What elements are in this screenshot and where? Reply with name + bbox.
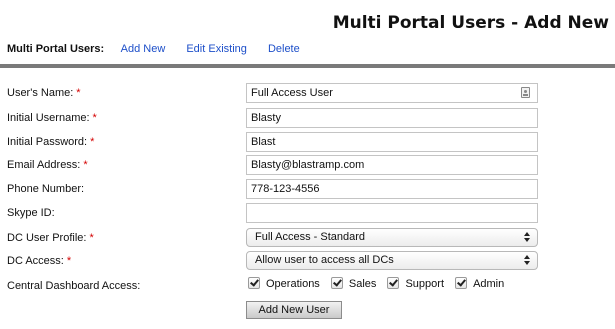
- initial-username-field[interactable]: Blasty: [246, 108, 538, 128]
- skype-value[interactable]: [246, 203, 538, 223]
- required-marker: *: [83, 159, 88, 171]
- check-icon[interactable]: [455, 277, 468, 289]
- users-name-row: User's Name: * Full Access User: [0, 83, 615, 103]
- skype-row: Skype ID:: [0, 203, 615, 223]
- phone-value[interactable]: 778-123-4556: [246, 179, 538, 199]
- users-name-label: User's Name: *: [7, 87, 81, 99]
- add-new-link[interactable]: Add New: [121, 43, 166, 55]
- users-name-value[interactable]: Full Access User: [246, 83, 538, 103]
- required-marker: *: [76, 87, 81, 99]
- operations-label: Operations: [266, 278, 320, 290]
- subnav: Multi Portal Users: Add New Edit Existin…: [7, 43, 318, 59]
- central-dashboard-row: Central Dashboard Access: Operations Sal…: [0, 276, 615, 296]
- add-new-user-button[interactable]: Add New User: [246, 301, 342, 319]
- admin-label: Admin: [473, 278, 505, 290]
- delete-link[interactable]: Delete: [268, 43, 300, 55]
- initial-username-value[interactable]: Blasty: [246, 108, 538, 128]
- contact-card-icon[interactable]: [521, 87, 530, 98]
- required-marker: *: [89, 232, 94, 244]
- central-dashboard-label: Central Dashboard Access:: [7, 280, 141, 292]
- dc-user-profile-value: Full Access - Standard: [255, 231, 366, 243]
- operations-checkbox[interactable]: Operations: [248, 277, 320, 290]
- phone-row: Phone Number: 778-123-4556: [0, 179, 615, 199]
- central-dashboard-checkboxes: Operations Sales Support Admin: [248, 277, 512, 293]
- support-checkbox[interactable]: Support: [387, 277, 444, 290]
- dc-access-label: DC Access: *: [7, 255, 72, 267]
- initial-username-label: Initial Username: *: [7, 112, 97, 124]
- initial-password-value[interactable]: Blast: [246, 132, 538, 152]
- initial-password-row: Initial Password: * Blast: [0, 132, 615, 152]
- check-icon[interactable]: [387, 277, 400, 289]
- admin-checkbox[interactable]: Admin: [455, 277, 504, 290]
- required-marker: *: [92, 112, 97, 124]
- dc-user-profile-row: DC User Profile: * Full Access - Standard: [0, 228, 615, 248]
- edit-existing-link[interactable]: Edit Existing: [186, 43, 247, 55]
- check-icon[interactable]: [248, 277, 260, 289]
- dc-access-value: Allow user to access all DCs: [255, 254, 394, 266]
- dc-user-profile-select[interactable]: Full Access - Standard: [246, 228, 538, 247]
- updown-arrows-icon: [524, 232, 530, 243]
- dc-access-select[interactable]: Allow user to access all DCs: [246, 251, 538, 270]
- dc-user-profile-label: DC User Profile: *: [7, 232, 94, 244]
- email-label: Email Address: *: [7, 159, 88, 171]
- email-value[interactable]: Blasty@blastramp.com: [246, 155, 538, 175]
- initial-password-field[interactable]: Blast: [246, 132, 538, 152]
- skype-field[interactable]: [246, 203, 538, 223]
- check-icon[interactable]: [330, 277, 343, 289]
- initial-password-label: Initial Password: *: [7, 136, 95, 148]
- phone-label: Phone Number:: [7, 183, 85, 195]
- initial-username-row: Initial Username: * Blasty: [0, 108, 615, 128]
- page-title: Multi Portal Users - Add New: [332, 13, 609, 33]
- support-label: Support: [405, 278, 444, 290]
- dc-access-row: DC Access: * Allow user to access all DCs: [0, 251, 615, 271]
- required-marker: *: [90, 136, 95, 148]
- sales-label: Sales: [348, 278, 377, 290]
- header-divider: [0, 64, 615, 68]
- email-field[interactable]: Blasty@blastramp.com: [246, 155, 538, 175]
- skype-label: Skype ID:: [7, 207, 55, 219]
- sales-checkbox[interactable]: Sales: [330, 277, 377, 290]
- updown-arrows-icon: [524, 255, 530, 266]
- email-row: Email Address: * Blasty@blastramp.com: [0, 155, 615, 175]
- subnav-label: Multi Portal Users:: [7, 43, 105, 55]
- phone-field[interactable]: 778-123-4556: [246, 179, 538, 199]
- required-marker: *: [66, 255, 72, 267]
- users-name-field[interactable]: Full Access User: [246, 83, 538, 103]
